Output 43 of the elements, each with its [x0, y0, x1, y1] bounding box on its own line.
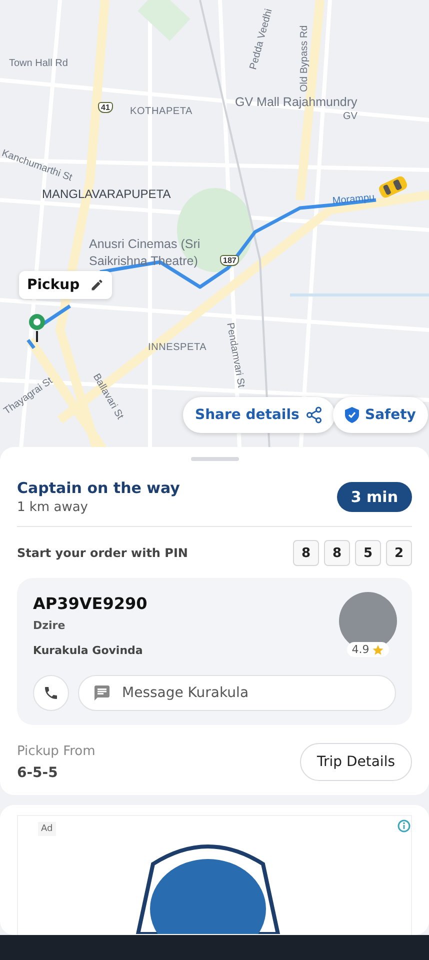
ad-label: Ad — [38, 822, 56, 836]
pin-digit: 5 — [355, 540, 381, 566]
map-label: Town Hall Rd — [9, 58, 68, 69]
message-field[interactable]: Message Kurakula — [78, 675, 396, 711]
map-label: GV — [343, 111, 358, 122]
call-button[interactable] — [33, 675, 69, 711]
map-label: KOTHAPETA — [130, 106, 193, 117]
pin-digit: 2 — [386, 540, 412, 566]
pencil-icon — [90, 278, 104, 292]
rating-value: 4.9 — [352, 643, 370, 656]
map-label: Morampu — [332, 192, 376, 207]
captain-name: Kurakula Govinda — [33, 644, 144, 657]
safety-button[interactable]: Safety — [333, 397, 428, 433]
map-label: Anusri Cinemas (Sri — [89, 237, 200, 251]
route-shield: 187 — [220, 255, 240, 266]
status-title: Captain on the way — [17, 479, 180, 497]
map-label: Pendamvari St — [224, 322, 246, 388]
map-label: Old Bypass Rd — [299, 25, 310, 92]
route-shield: 41 — [98, 102, 113, 113]
pickup-label[interactable]: Pickup — [19, 271, 112, 299]
map-label: MANGLAVARAPUPETA — [42, 187, 171, 201]
pickup-pin-icon — [26, 313, 48, 343]
map-label: INNESPETA — [148, 342, 207, 353]
vehicle-plate: AP39VE9290 — [33, 594, 148, 613]
pin-label: Start your order with PIN — [17, 546, 188, 560]
share-details-button[interactable]: Share details — [183, 397, 336, 433]
info-icon[interactable] — [397, 819, 411, 833]
phone-icon — [43, 685, 59, 701]
pickup-address: 6-5-5 — [17, 764, 59, 780]
star-icon — [372, 644, 384, 656]
pin-digit: 8 — [293, 540, 319, 566]
map-label: Saikrishna Theatre) — [89, 254, 198, 268]
car-model: Dzire — [33, 619, 66, 632]
shield-icon — [345, 407, 359, 423]
drag-handle[interactable] — [190, 457, 238, 461]
map-label: Pedda Veedhi — [248, 8, 275, 71]
pickup-from-label: Pickup From — [17, 744, 96, 758]
eta-badge: 3 min — [336, 482, 412, 512]
map-label: GV Mall Rajahmundry — [235, 95, 358, 109]
trip-details-button[interactable]: Trip Details — [300, 743, 412, 781]
share-icon — [305, 406, 324, 424]
pin-digit: 8 — [324, 540, 350, 566]
distance-text: 1 km away — [17, 500, 89, 515]
